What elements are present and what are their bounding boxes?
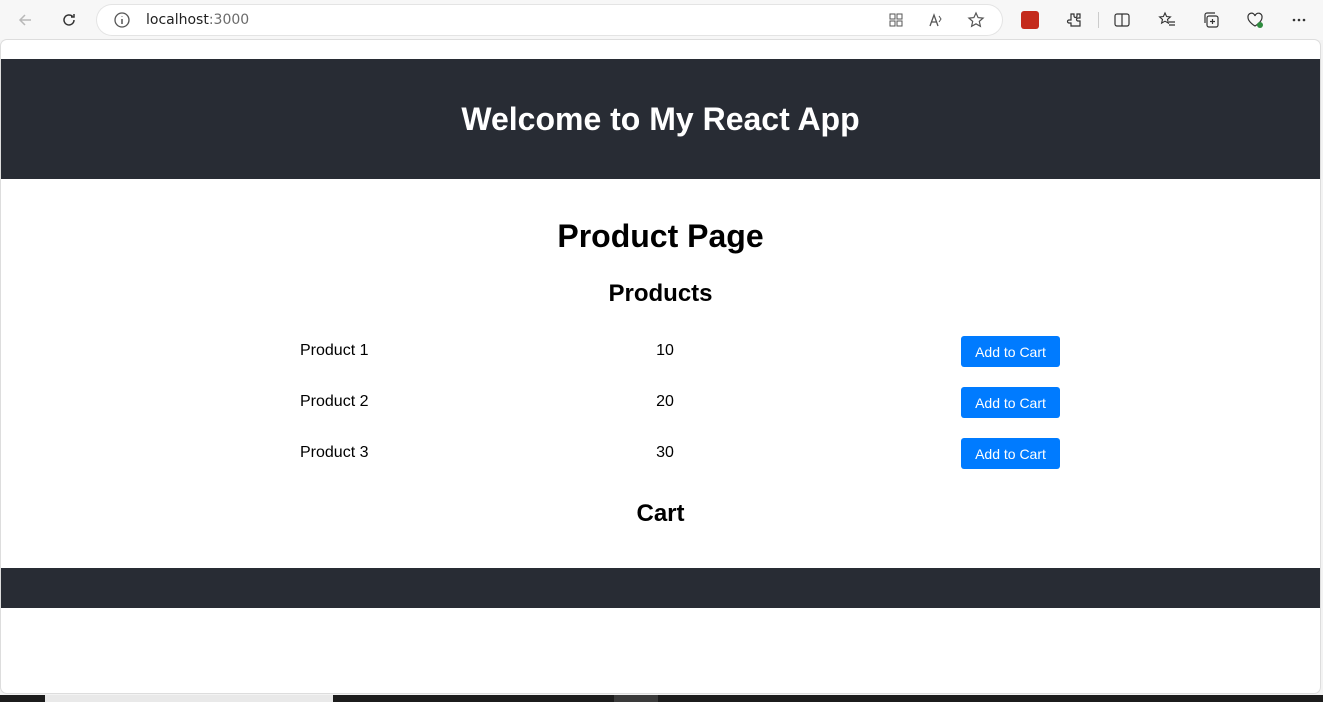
address-bar[interactable]: localhost:3000: [97, 5, 1002, 35]
product-name: Product 1: [300, 342, 369, 359]
browser-essentials-icon[interactable]: [1241, 6, 1269, 34]
app-header: Welcome to My React App: [1, 59, 1320, 179]
back-arrow-icon[interactable]: [11, 6, 39, 34]
product-name: Product 3: [300, 444, 369, 461]
product-price: 30: [656, 444, 674, 461]
add-to-cart-button[interactable]: Add to Cart: [961, 336, 1060, 367]
add-to-cart-button[interactable]: Add to Cart: [961, 438, 1060, 469]
app-title: Welcome to My React App: [461, 100, 860, 137]
product-name: Product 2: [300, 393, 369, 410]
more-options-icon[interactable]: [1285, 6, 1313, 34]
cart-heading: Cart: [636, 500, 685, 527]
taskbar-item[interactable]: [45, 695, 333, 702]
app-available-icon[interactable]: [887, 11, 905, 29]
favorites-icon[interactable]: [1153, 6, 1181, 34]
products-heading: Products: [608, 280, 713, 307]
product-price: 20: [656, 393, 674, 410]
taskbar-item[interactable]: [614, 695, 658, 702]
collections-icon[interactable]: [1197, 6, 1225, 34]
url-host: localhost: [146, 12, 209, 28]
page-title: Product Page: [557, 218, 764, 254]
product-price: 10: [656, 342, 674, 359]
read-aloud-icon[interactable]: [927, 11, 945, 29]
product-row: Product 2 20 Add to Cart: [1, 387, 1320, 419]
favorite-star-icon[interactable]: [967, 11, 985, 29]
product-row: Product 3 30 Add to Cart: [1, 438, 1320, 470]
info-icon[interactable]: [113, 11, 131, 29]
os-taskbar: [0, 695, 1323, 702]
extensions-puzzle-icon[interactable]: [1060, 6, 1088, 34]
app-footer: [1, 568, 1320, 608]
refresh-icon[interactable]: [55, 6, 83, 34]
browser-toolbar: localhost:3000: [0, 0, 1323, 40]
extension-icon[interactable]: [1021, 11, 1039, 29]
url-text: localhost:3000: [146, 12, 249, 28]
url-port: :3000: [208, 12, 250, 28]
split-screen-icon[interactable]: [1108, 6, 1136, 34]
add-to-cart-button[interactable]: Add to Cart: [961, 387, 1060, 418]
toolbar-separator: [1098, 12, 1099, 28]
page-viewport: Welcome to My React App Product Page Pro…: [1, 40, 1320, 693]
product-row: Product 1 10 Add to Cart: [1, 336, 1320, 368]
